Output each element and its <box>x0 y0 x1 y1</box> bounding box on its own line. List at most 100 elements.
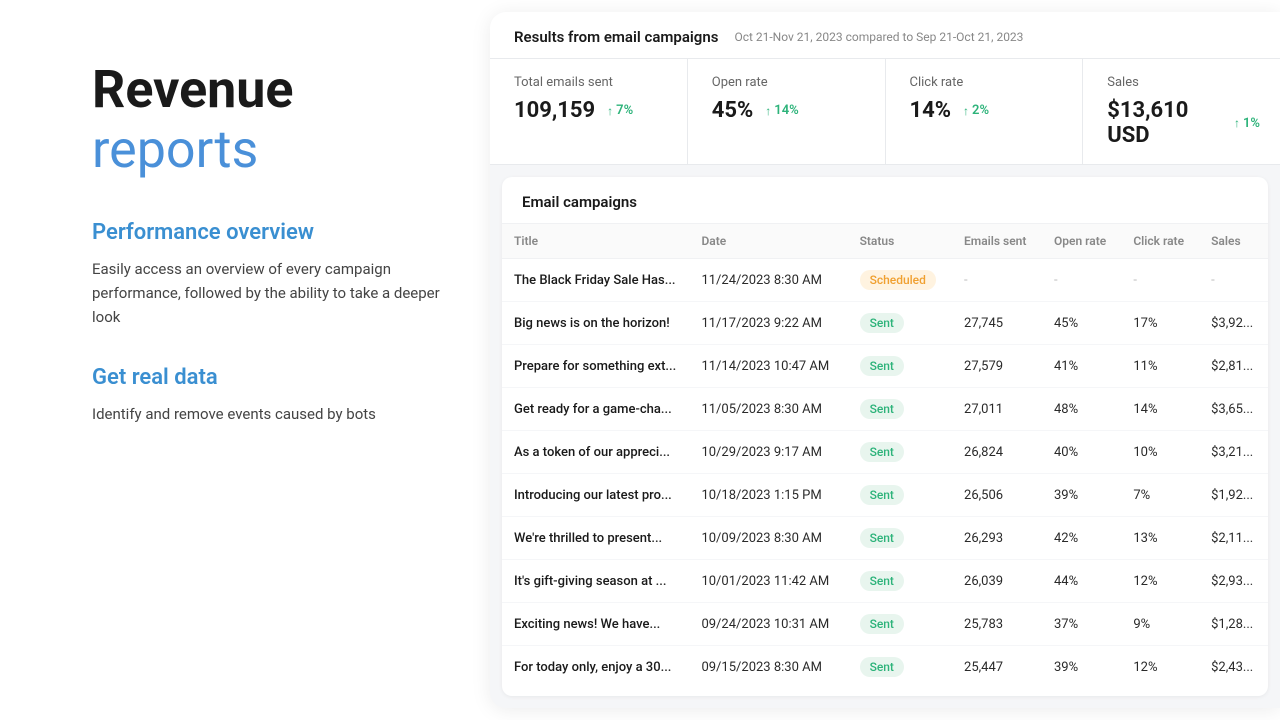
cell-emails-sent: - <box>952 259 1042 302</box>
cell-status: Sent <box>848 345 952 388</box>
cell-click-rate: - <box>1121 259 1199 302</box>
hero-title: Revenue reports <box>92 60 450 180</box>
stat-open-rate-label: Open rate <box>712 75 865 90</box>
cell-sales: $1,92... <box>1199 474 1268 517</box>
section-performance-heading: Performance overview <box>92 220 450 245</box>
cell-title: For today only, enjoy a 30... <box>502 646 689 689</box>
table-header-row: Title Date Status Emails sent Open rate … <box>502 224 1268 259</box>
hero-title-blue: reports <box>92 119 258 180</box>
stat-total-emails-values: 109,159 7% <box>514 98 667 123</box>
campaigns-section: Email campaigns Title Date Status Emails… <box>502 177 1268 696</box>
cell-date: 11/05/2023 8:30 AM <box>689 388 847 431</box>
cell-emails-sent: 25,783 <box>952 603 1042 646</box>
cell-open-rate: 42% <box>1042 517 1121 560</box>
col-emails-sent: Emails sent <box>952 224 1042 259</box>
cell-status: Scheduled <box>848 259 952 302</box>
cell-emails-sent: 27,011 <box>952 388 1042 431</box>
cell-sales: - <box>1199 259 1268 302</box>
cell-sales: $3,92... <box>1199 302 1268 345</box>
cell-title: We're thrilled to present... <box>502 517 689 560</box>
col-status: Status <box>848 224 952 259</box>
cell-open-rate: 37% <box>1042 603 1121 646</box>
cell-open-rate: - <box>1042 259 1121 302</box>
cell-status: Sent <box>848 603 952 646</box>
cell-open-rate: 39% <box>1042 646 1121 689</box>
cell-click-rate: 13% <box>1121 517 1199 560</box>
cell-emails-sent: 27,745 <box>952 302 1042 345</box>
cell-title: As a token of our appreci... <box>502 431 689 474</box>
table-row[interactable]: For today only, enjoy a 30... 09/15/2023… <box>502 646 1268 689</box>
cell-open-rate: 48% <box>1042 388 1121 431</box>
table-row[interactable]: It's gift-giving season at ... 10/01/202… <box>502 560 1268 603</box>
cell-sales: $2,93... <box>1199 560 1268 603</box>
stat-total-emails: Total emails sent 109,159 7% <box>490 59 688 164</box>
col-open-rate: Open rate <box>1042 224 1121 259</box>
cell-title: Introducing our latest pro... <box>502 474 689 517</box>
status-badge: Sent <box>860 485 904 505</box>
stat-click-rate-value: 14% <box>910 98 952 123</box>
status-badge: Scheduled <box>860 270 936 290</box>
cell-date: 10/09/2023 8:30 AM <box>689 517 847 560</box>
results-header: Results from email campaigns Oct 21-Nov … <box>490 12 1280 59</box>
cell-title: Exciting news! We have... <box>502 603 689 646</box>
cell-date: 10/18/2023 1:15 PM <box>689 474 847 517</box>
cell-sales: $3,21... <box>1199 431 1268 474</box>
cell-date: 11/17/2023 9:22 AM <box>689 302 847 345</box>
table-row[interactable]: We're thrilled to present... 10/09/2023 … <box>502 517 1268 560</box>
cell-click-rate: 7% <box>1121 474 1199 517</box>
cell-emails-sent: 26,293 <box>952 517 1042 560</box>
stat-click-rate-change: 2% <box>963 103 989 118</box>
stat-total-emails-label: Total emails sent <box>514 75 667 90</box>
section-real-data-heading: Get real data <box>92 365 450 390</box>
table-row[interactable]: The Black Friday Sale Has... 11/24/2023 … <box>502 259 1268 302</box>
cell-emails-sent: 26,824 <box>952 431 1042 474</box>
table-row[interactable]: Prepare for something ext... 11/14/2023 … <box>502 345 1268 388</box>
cell-emails-sent: 26,506 <box>952 474 1042 517</box>
table-row[interactable]: Introducing our latest pro... 10/18/2023… <box>502 474 1268 517</box>
table-row[interactable]: Big news is on the horizon! 11/17/2023 9… <box>502 302 1268 345</box>
table-row[interactable]: As a token of our appreci... 10/29/2023 … <box>502 431 1268 474</box>
cell-emails-sent: 27,579 <box>952 345 1042 388</box>
col-title: Title <box>502 224 689 259</box>
cell-title: Big news is on the horizon! <box>502 302 689 345</box>
status-badge: Sent <box>860 528 904 548</box>
cell-status: Sent <box>848 474 952 517</box>
table-row[interactable]: Get ready for a game-cha... 11/05/2023 8… <box>502 388 1268 431</box>
cell-sales: $2,11... <box>1199 517 1268 560</box>
right-panel: Results from email campaigns Oct 21-Nov … <box>490 12 1280 708</box>
col-date: Date <box>689 224 847 259</box>
cell-click-rate: 17% <box>1121 302 1199 345</box>
cell-open-rate: 40% <box>1042 431 1121 474</box>
table-row[interactable]: Exciting news! We have... 09/24/2023 10:… <box>502 603 1268 646</box>
stat-sales-values: $13,610 USD 1% <box>1107 98 1260 148</box>
cell-status: Sent <box>848 646 952 689</box>
stat-total-emails-change: 7% <box>607 103 633 118</box>
status-badge: Sent <box>860 657 904 677</box>
left-panel: Revenue reports Performance overview Eas… <box>0 0 490 720</box>
cell-title: The Black Friday Sale Has... <box>502 259 689 302</box>
cell-click-rate: 11% <box>1121 345 1199 388</box>
campaigns-header: Email campaigns <box>502 177 1268 224</box>
section-performance: Performance overview Easily access an ov… <box>92 220 450 365</box>
cell-open-rate: 39% <box>1042 474 1121 517</box>
cell-open-rate: 44% <box>1042 560 1121 603</box>
cell-sales: $2,81... <box>1199 345 1268 388</box>
stat-sales-value: $13,610 USD <box>1107 98 1222 148</box>
cell-title: Prepare for something ext... <box>502 345 689 388</box>
cell-date: 11/24/2023 8:30 AM <box>689 259 847 302</box>
results-date-range: Oct 21-Nov 21, 2023 compared to Sep 21-O… <box>734 30 1023 44</box>
campaigns-table-wrapper[interactable]: Title Date Status Emails sent Open rate … <box>502 224 1268 696</box>
cell-status: Sent <box>848 517 952 560</box>
status-badge: Sent <box>860 399 904 419</box>
stat-sales-label: Sales <box>1107 75 1260 90</box>
stat-sales-change: 1% <box>1234 116 1260 131</box>
stat-open-rate-change: 14% <box>765 103 798 118</box>
cell-open-rate: 41% <box>1042 345 1121 388</box>
cell-sales: $3,65... <box>1199 388 1268 431</box>
stat-open-rate: Open rate 45% 14% <box>688 59 886 164</box>
status-badge: Sent <box>860 614 904 634</box>
status-badge: Sent <box>860 571 904 591</box>
stats-row: Total emails sent 109,159 7% Open rate 4… <box>490 59 1280 165</box>
cell-date: 09/24/2023 10:31 AM <box>689 603 847 646</box>
stat-click-rate-label: Click rate <box>910 75 1063 90</box>
